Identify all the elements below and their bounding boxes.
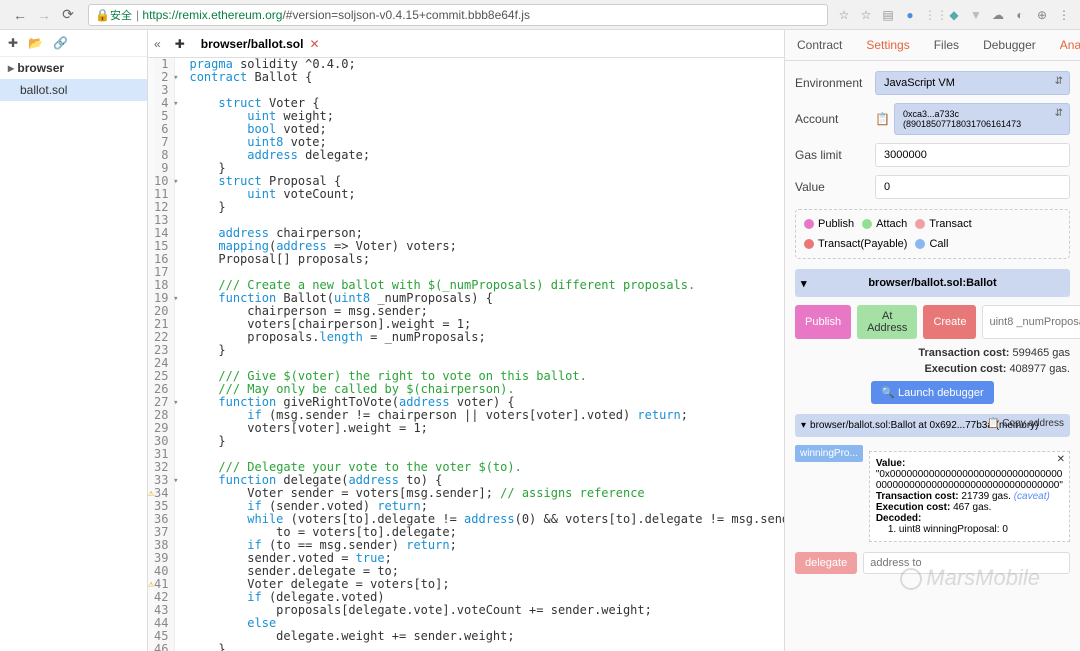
- environment-select[interactable]: JavaScript VM⇵: [875, 71, 1070, 95]
- ext-icon[interactable]: ◆: [946, 8, 962, 22]
- open-folder-icon[interactable]: 📂: [28, 36, 43, 50]
- run-panel: Contract Settings Files Debugger Analysi…: [784, 30, 1080, 651]
- winning-proposal-button[interactable]: winningPro...: [795, 445, 863, 462]
- dot-icon: [915, 219, 925, 229]
- folder-browser[interactable]: browser: [0, 57, 147, 79]
- file-ballot[interactable]: ballot.sol: [0, 79, 147, 101]
- dot-icon: [804, 219, 814, 229]
- delegate-args-input[interactable]: [863, 552, 1070, 574]
- ext-icon[interactable]: ●: [902, 8, 918, 22]
- new-tab-icon[interactable]: ✚: [167, 37, 193, 51]
- value-label: Value: [795, 180, 875, 194]
- create-args-input[interactable]: [982, 305, 1080, 339]
- forward-icon[interactable]: →: [32, 3, 56, 27]
- delegate-button[interactable]: delegate: [795, 552, 857, 574]
- bookmark-icon[interactable]: ☆: [836, 8, 852, 22]
- account-select[interactable]: 0xca3...a733c (89018507718031706161473⇵: [894, 103, 1070, 135]
- copy-account-icon[interactable]: 📋: [875, 112, 890, 126]
- tab-settings[interactable]: Settings: [854, 30, 921, 60]
- line-numbers: 12▾34▾5678910▾111213141516171819▾2021222…: [154, 58, 175, 651]
- editor: « ✚ browser/ballot.sol ✕ ⚠⚠ 12▾34▾567891…: [148, 30, 784, 651]
- gas-limit-label: Gas limit: [795, 148, 875, 162]
- call-result: ✕ Value: "0x0000000000000000000000000000…: [869, 451, 1070, 542]
- value-input[interactable]: 0: [875, 175, 1070, 199]
- ext-icon[interactable]: ▼: [968, 8, 984, 22]
- lock-icon: 🔒: [95, 8, 110, 22]
- back-icon[interactable]: ←: [8, 3, 32, 27]
- file-explorer: ✚ 📂 🔗 browser ballot.sol: [0, 30, 148, 651]
- exec-cost: Execution cost: 408977 gas.: [795, 363, 1070, 375]
- reload-icon[interactable]: ⟳: [56, 3, 80, 27]
- ext-icon[interactable]: ☆: [858, 8, 874, 22]
- url-host: https://remix.ethereum.org: [142, 8, 282, 22]
- chevron-down-icon: ▾: [801, 277, 807, 290]
- tab-debugger[interactable]: Debugger: [971, 30, 1048, 60]
- extension-icons: ☆ ☆ ▤ ● ⋮⋮ ◆ ▼ ☁ ◐ ⊕ ⋮: [836, 8, 1072, 22]
- chevron-updown-icon: ⇵: [1055, 76, 1063, 87]
- collapse-panel-icon[interactable]: «: [148, 37, 167, 51]
- code-content[interactable]: pragma solidity ^0.4.0;contract Ballot {…: [175, 58, 784, 651]
- tab-analysis[interactable]: Analysis: [1048, 30, 1080, 60]
- url-path: /#version=soljson-v0.4.15+commit.bbb8e64…: [282, 8, 529, 22]
- menu-icon[interactable]: ⋮: [1056, 8, 1072, 22]
- tab-files[interactable]: Files: [922, 30, 971, 60]
- dot-icon: [862, 219, 872, 229]
- environment-label: Environment: [795, 76, 875, 90]
- close-icon[interactable]: ✕: [1057, 454, 1065, 465]
- ext-icon[interactable]: ☁: [990, 8, 1006, 22]
- tab-contract[interactable]: Contract: [785, 30, 854, 60]
- chevron-updown-icon: ⇵: [1055, 108, 1063, 119]
- gas-limit-input[interactable]: 3000000: [875, 143, 1070, 167]
- tab-label: browser/ballot.sol: [201, 37, 304, 51]
- close-tab-icon[interactable]: ✕: [309, 37, 319, 51]
- launch-debugger-button[interactable]: 🔍 Launch debugger: [871, 381, 993, 404]
- secure-label: 安全: [110, 7, 132, 23]
- address-bar[interactable]: 🔒 安全 | https://remix.ethereum.org /#vers…: [88, 4, 828, 26]
- copy-address-button[interactable]: 📋 Copy address: [987, 418, 1064, 429]
- ext-icon[interactable]: ⋮⋮: [924, 8, 940, 22]
- chevron-down-icon: ▾: [801, 420, 806, 431]
- publish-button[interactable]: Publish: [795, 305, 851, 339]
- contract-header[interactable]: ▾ browser/ballot.sol:Ballot: [795, 269, 1070, 297]
- editor-tab[interactable]: browser/ballot.sol ✕: [193, 33, 328, 55]
- ext-icon[interactable]: ⊕: [1034, 8, 1050, 22]
- browser-toolbar: ← → ⟳ 🔒 安全 | https://remix.ethereum.org …: [0, 0, 1080, 30]
- ext-icon[interactable]: ▤: [880, 8, 896, 22]
- create-button[interactable]: Create: [923, 305, 976, 339]
- at-address-button[interactable]: At Address: [857, 305, 917, 339]
- new-file-icon[interactable]: ✚: [8, 36, 18, 50]
- tx-cost: Transaction cost: 599465 gas: [795, 347, 1070, 359]
- account-label: Account: [795, 112, 875, 126]
- dot-icon: [915, 239, 925, 249]
- legend: Publish Attach Transact Transact(Payable…: [795, 209, 1070, 259]
- panel-tabs: Contract Settings Files Debugger Analysi…: [785, 30, 1080, 61]
- link-icon[interactable]: 🔗: [53, 36, 68, 50]
- dot-icon: [804, 239, 814, 249]
- ext-icon[interactable]: ◐: [1012, 8, 1028, 22]
- deployed-instance[interactable]: ▾ browser/ballot.sol:Ballot at 0x692...7…: [795, 414, 1070, 437]
